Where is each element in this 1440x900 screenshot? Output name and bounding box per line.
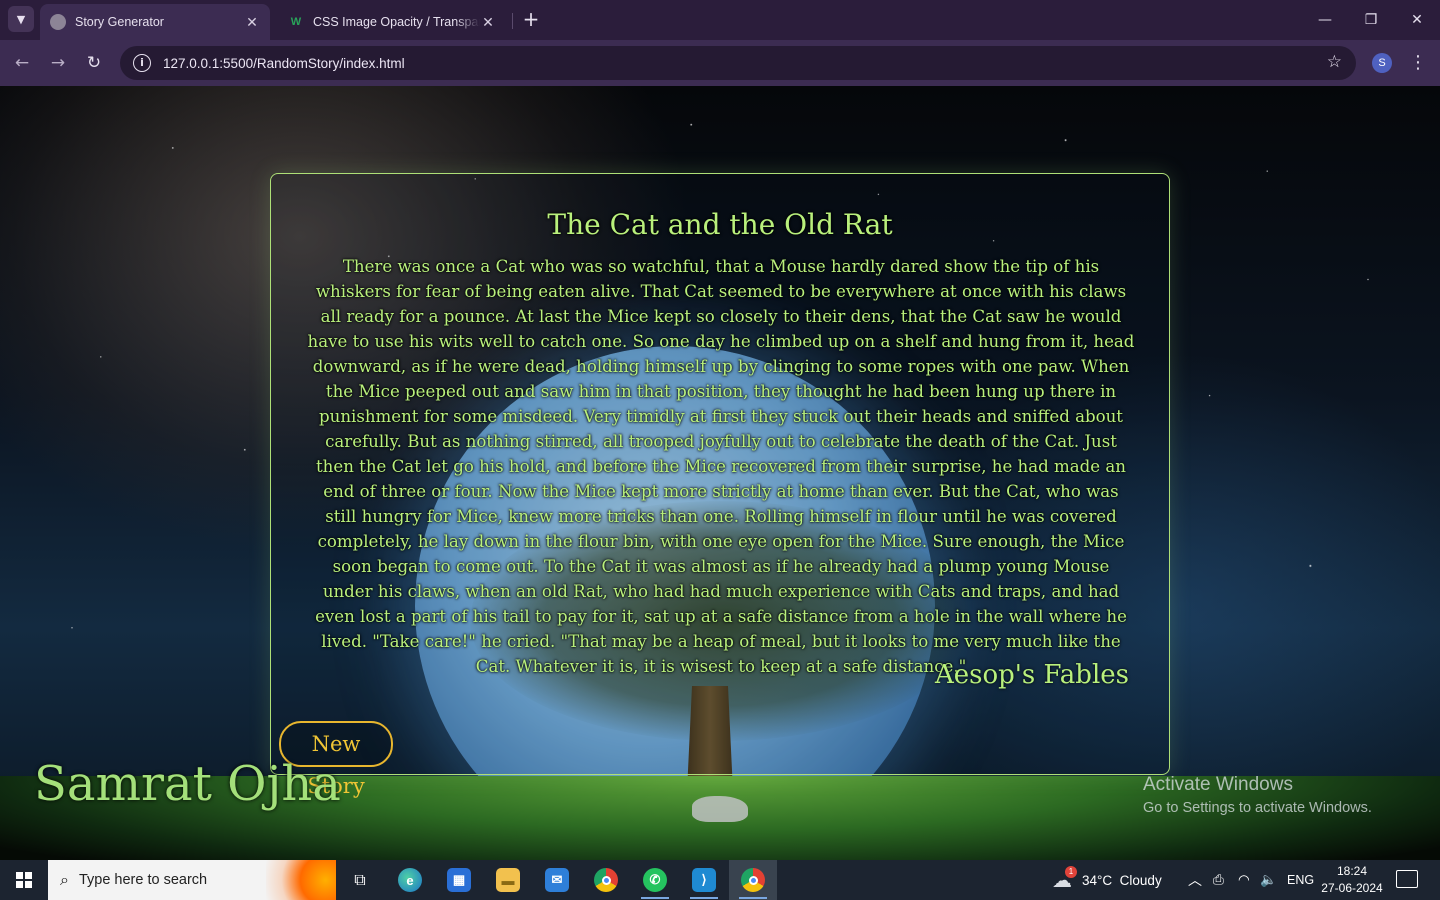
folder-icon: ▬ — [496, 868, 520, 892]
story-title: The Cat and the Old Rat — [547, 208, 893, 241]
edge-app[interactable]: e — [386, 860, 434, 900]
close-window-button[interactable]: ✕ — [1402, 8, 1432, 32]
story-source: Aesop's Fables — [934, 660, 1129, 690]
camera-icon: ⎙ — [1213, 872, 1224, 887]
task-view-button[interactable]: ⧉ — [336, 860, 384, 900]
new-tab-button[interactable]: + — [519, 8, 543, 32]
language-indicator[interactable]: ENG — [1287, 860, 1314, 900]
notification-center-icon[interactable] — [1396, 870, 1418, 888]
taskbar-search[interactable]: ⌕ Type here to search — [48, 860, 336, 900]
language-label: ENG — [1287, 873, 1315, 887]
mail-app[interactable]: ✉ — [533, 860, 581, 900]
edge-icon: e — [398, 868, 422, 892]
chrome-icon — [741, 868, 765, 892]
chrome-icon — [594, 868, 618, 892]
tab-search-button[interactable]: ▼ — [8, 6, 34, 32]
wifi-icon: ◠ — [1238, 872, 1250, 887]
network-button[interactable]: ◠ — [1238, 860, 1250, 900]
tab-divider — [512, 13, 513, 29]
address-bar[interactable]: i 127.0.0.1:5500/RandomStory/index.html … — [120, 46, 1356, 80]
tab-title: CSS Image Opacity / Transparency — [313, 15, 480, 29]
author-name: Samrat Ojha — [34, 756, 341, 812]
profile-avatar[interactable]: S — [1372, 53, 1392, 73]
activate-windows-watermark: Activate Windows Go to Settings to activ… — [1143, 774, 1372, 816]
chrome-app-active[interactable] — [729, 860, 777, 900]
chevron-up-icon: ︿ — [1188, 872, 1202, 888]
tab-css-opacity[interactable]: W CSS Image Opacity / Transparency ✕ — [278, 4, 506, 40]
whatsapp-icon: ✆ — [643, 868, 667, 892]
cloud-icon: ☁ 1 — [1052, 865, 1077, 893]
mail-icon: ✉ — [545, 868, 569, 892]
tab-story-generator[interactable]: Story Generator ✕ — [40, 4, 270, 40]
browser-toolbar: ← → ↻ i 127.0.0.1:5500/RandomStory/index… — [0, 40, 1440, 86]
start-button[interactable] — [0, 860, 48, 900]
file-explorer-app[interactable]: ▬ — [484, 860, 532, 900]
chrome-app[interactable] — [582, 860, 630, 900]
w3schools-icon: W — [290, 16, 302, 28]
task-view-icon: ⧉ — [354, 870, 366, 889]
meet-now-button[interactable]: ⎙ — [1213, 860, 1224, 900]
vscode-app[interactable]: ⟩ — [680, 860, 728, 900]
speaker-muted-icon: 🔈 — [1260, 872, 1277, 887]
clock-time: 18:24 — [1336, 864, 1368, 878]
forward-button[interactable]: → — [46, 51, 70, 75]
weather-alert-badge: 1 — [1065, 865, 1077, 878]
reload-button[interactable]: ↻ — [82, 51, 106, 75]
store-app[interactable]: ▦ — [435, 860, 483, 900]
tab-title: Story Generator — [75, 15, 164, 29]
close-icon[interactable]: ✕ — [480, 14, 496, 31]
weather-widget[interactable]: ☁ 1 34°C Cloudy — [1052, 860, 1162, 900]
store-icon: ▦ — [447, 868, 471, 892]
system-clock[interactable]: 18:24 27-06-2024 — [1316, 863, 1388, 897]
taskbar: ⌕ Type here to search ⧉ e ▦ ▬ ✉ ✆ ⟩ ☁ 1 3… — [0, 860, 1440, 900]
weather-text: 34°C Cloudy — [1082, 872, 1162, 888]
search-icon: ⌕ — [60, 870, 69, 889]
volume-button[interactable]: 🔈 — [1260, 860, 1277, 900]
watermark-subtitle: Go to Settings to activate Windows. — [1143, 800, 1372, 816]
search-highlight-art — [266, 860, 336, 900]
page-background: The Cat and the Old Rat There was once a… — [0, 86, 1440, 860]
show-hidden-icons-button[interactable]: ︿ — [1188, 860, 1202, 900]
dog-silhouette — [692, 796, 748, 822]
back-button[interactable]: ← — [10, 51, 34, 75]
minimize-button[interactable]: — — [1310, 8, 1340, 32]
bookmark-star-icon[interactable]: ☆ — [1327, 52, 1342, 72]
url-text[interactable]: 127.0.0.1:5500/RandomStory/index.html — [163, 56, 405, 71]
info-icon[interactable]: i — [133, 54, 151, 72]
restore-button[interactable]: ❐ — [1356, 8, 1386, 32]
vscode-icon: ⟩ — [692, 868, 716, 892]
menu-icon[interactable]: ⋮ — [1408, 51, 1428, 75]
windows-logo-icon — [16, 872, 32, 888]
tab-bar: ▼ Story Generator ✕ W CSS Image Opacity … — [0, 0, 1440, 40]
globe-icon — [50, 14, 66, 30]
story-card: The Cat and the Old Rat There was once a… — [270, 173, 1170, 798]
chevron-down-icon: ▼ — [16, 12, 26, 26]
close-icon[interactable]: ✕ — [244, 14, 260, 31]
story-body: There was once a Cat who was so watchful… — [307, 257, 1135, 676]
search-placeholder: Type here to search — [78, 872, 208, 888]
clock-date: 27-06-2024 — [1321, 881, 1383, 895]
watermark-title: Activate Windows — [1143, 774, 1293, 795]
whatsapp-app[interactable]: ✆ — [631, 860, 679, 900]
